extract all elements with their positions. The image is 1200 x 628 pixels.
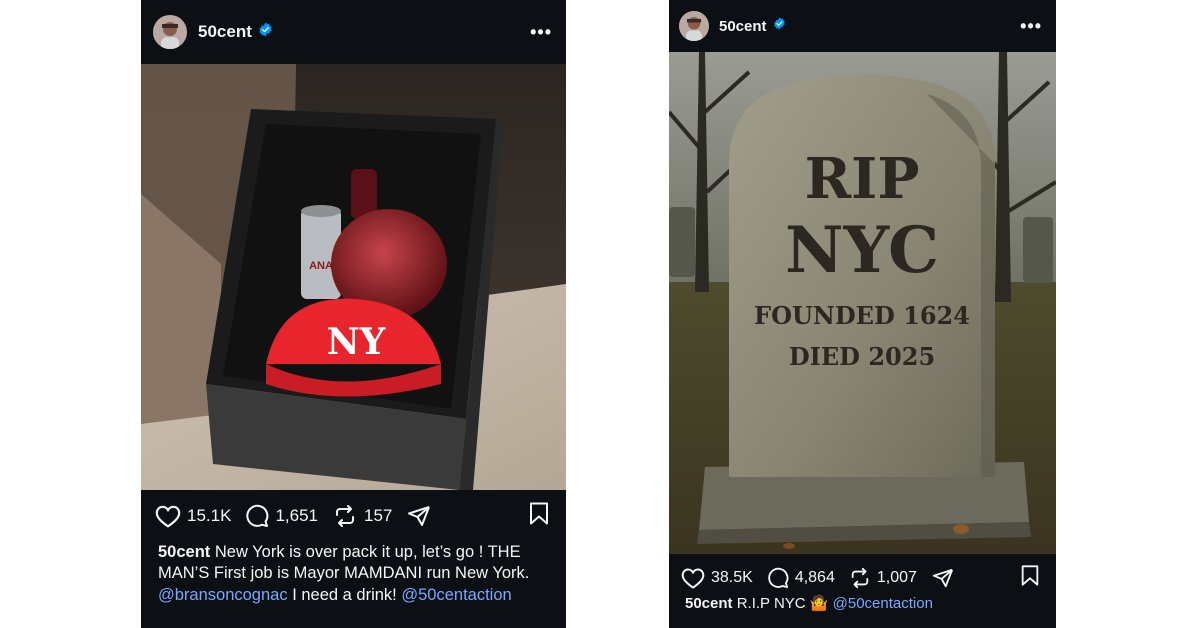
heart-icon — [681, 568, 705, 589]
comment-button[interactable]: 1,651 — [245, 504, 318, 528]
comment-count: 4,864 — [794, 569, 835, 586]
mention-link[interactable]: @50centaction — [401, 586, 511, 604]
action-bar: 15.1K 1,651 157 — [141, 490, 566, 542]
caption-username[interactable]: 50cent — [158, 543, 210, 561]
repost-count: 1,007 — [876, 569, 917, 586]
send-icon — [408, 506, 431, 526]
share-button[interactable] — [931, 567, 961, 589]
like-button[interactable]: 38.5K — [681, 567, 753, 589]
more-options-icon[interactable]: ••• — [530, 23, 552, 41]
headstone-line-2: NYC — [785, 213, 939, 288]
headstone-line-3: FOUNDED 1624 — [754, 301, 970, 330]
comment-button[interactable]: 4,864 — [767, 567, 835, 589]
post-image[interactable]: ANA NY — [141, 64, 566, 490]
repost-button[interactable]: 157 — [332, 504, 392, 528]
cap-logo: NY — [327, 321, 387, 363]
bookmark-button[interactable] — [528, 502, 550, 531]
more-options-icon[interactable]: ••• — [1020, 17, 1042, 35]
can-label: ANA — [309, 260, 333, 272]
bookmark-button[interactable] — [1020, 565, 1040, 592]
avatar[interactable] — [153, 15, 187, 49]
bookmark-icon — [1021, 565, 1039, 586]
avatar[interactable] — [679, 11, 709, 41]
like-count: 38.5K — [711, 569, 753, 586]
caption-text: New York is over pack it up, let’s go ! … — [158, 543, 530, 583]
send-icon — [932, 568, 953, 588]
post-card-2: 50cent ••• RIP NYC FOUNDED 1624 DIED 202… — [669, 0, 1056, 628]
verified-badge-icon — [258, 22, 273, 42]
repost-icon — [335, 505, 354, 527]
caption-text-2: I need a drink! — [292, 585, 397, 604]
username[interactable]: 50cent — [198, 22, 252, 42]
like-button[interactable]: 15.1K — [155, 504, 231, 528]
repost-button[interactable]: 1,007 — [849, 567, 917, 589]
mention-link[interactable]: @bransoncognac — [158, 586, 288, 604]
username[interactable]: 50cent — [719, 18, 767, 35]
post-image[interactable]: RIP NYC FOUNDED 1624 DIED 2025 — [669, 52, 1056, 554]
post-header: 50cent ••• — [141, 0, 566, 64]
repost-count: 157 — [363, 506, 393, 525]
comment-icon — [246, 504, 269, 527]
heart-icon — [155, 505, 181, 528]
repost-icon — [851, 567, 869, 589]
bookmark-icon — [530, 502, 548, 525]
comment-count: 1,651 — [275, 506, 318, 525]
post-caption: 50cent New York is over pack it up, let’… — [141, 542, 566, 606]
headstone-line-1: RIP — [805, 146, 920, 212]
action-bar: 38.5K 4,864 1,007 — [669, 554, 1056, 602]
headstone-line-4: DIED 2025 — [789, 342, 935, 371]
comment-icon — [768, 567, 789, 589]
post-header: 50cent ••• — [669, 0, 1056, 52]
share-button[interactable] — [406, 504, 438, 528]
post-card-1: 50cent ••• ANA NY 15.1K 1,651 157 50cent… — [141, 0, 566, 628]
verified-badge-icon — [773, 17, 786, 35]
like-count: 15.1K — [187, 506, 232, 525]
